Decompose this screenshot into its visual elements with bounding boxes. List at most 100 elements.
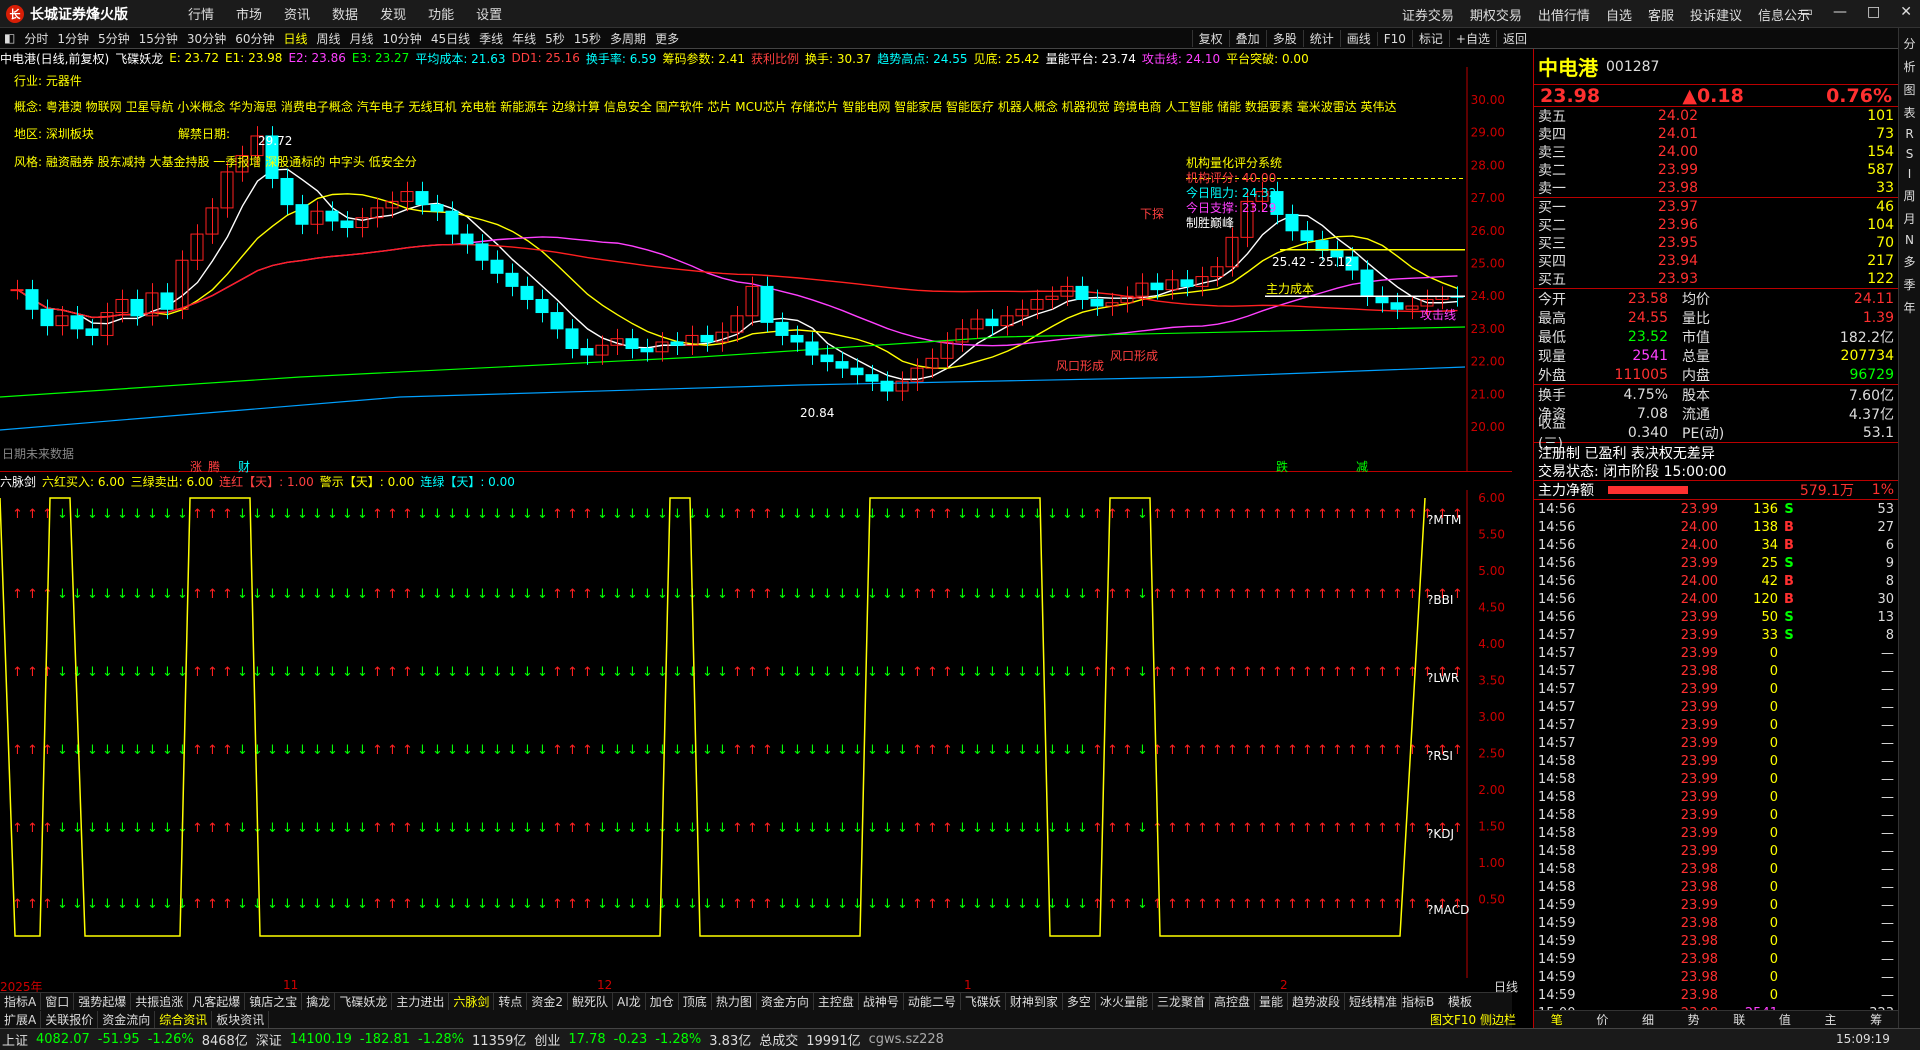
indicator-tab[interactable]: 转点 xyxy=(494,993,528,1010)
sub-indicator-chart[interactable]: 6.00 5.50 5.00 4.50 4.00 3.50 3.00 2.50 2.00 1.50… xyxy=(0,490,1512,978)
period-tab[interactable]: 5分钟 xyxy=(98,30,130,47)
menu-watchlist[interactable]: 自选 xyxy=(1606,5,1632,24)
indicator-tab[interactable]: 飞碟妖 xyxy=(961,993,1006,1010)
indicator-tab[interactable]: 主控盘 xyxy=(814,993,859,1010)
sidebar-shortcut[interactable]: N xyxy=(1905,233,1914,247)
adjust-button[interactable]: 复权 xyxy=(1191,30,1229,47)
menu-discover[interactable]: 发现 xyxy=(380,4,406,23)
indicator-tab[interactable]: 高控盘 xyxy=(1210,993,1255,1010)
order-book-row[interactable]: 卖五 24.02 101 xyxy=(1534,107,1898,125)
sidebar-shortcut[interactable]: 年 xyxy=(1903,299,1915,316)
sidebar-shortcut[interactable]: 月 xyxy=(1903,210,1915,227)
sidebar-shortcut[interactable]: 季 xyxy=(1903,276,1915,293)
period-tab[interactable]: 周线 xyxy=(317,30,341,47)
indicator-tab[interactable]: 冰火量能 xyxy=(1096,993,1153,1010)
extension-tab[interactable]: 板块资讯 xyxy=(212,1010,270,1028)
period-tab[interactable]: 15分钟 xyxy=(139,30,178,47)
tick-list[interactable]: 14:56 23.99 136 S 53 14:56 24.00 138 B 27 14:56 24.… xyxy=(1534,500,1898,1022)
order-book-row[interactable]: 买四 23.94 217 xyxy=(1534,252,1898,270)
order-book-row[interactable]: 卖三 24.00 154 xyxy=(1534,143,1898,161)
panel-tab[interactable]: 主 xyxy=(1808,1011,1854,1028)
menu-lending[interactable]: 出借行情 xyxy=(1538,5,1590,24)
period-tab[interactable]: 15秒 xyxy=(574,30,601,47)
back-button[interactable]: 返回 xyxy=(1495,30,1533,47)
indicator-tab[interactable]: 鲵死队 xyxy=(568,993,614,1010)
sidebar-shortcut[interactable]: 分 xyxy=(1903,35,1915,52)
indicator-tab[interactable]: AI龙 xyxy=(613,993,646,1010)
panel-tab[interactable]: 笔 xyxy=(1534,1011,1580,1028)
sidebar-shortcut[interactable]: 图 xyxy=(1903,81,1915,98)
period-tab-daily[interactable]: 日线 xyxy=(283,30,307,47)
period-tab[interactable]: 10分钟 xyxy=(383,30,422,47)
indicator-tab[interactable]: 指标A xyxy=(0,993,42,1010)
indicator-tab[interactable]: 多空 xyxy=(1063,993,1096,1010)
menu-data[interactable]: 数据 xyxy=(332,4,358,23)
extension-tab[interactable]: 综合资讯 xyxy=(155,1010,213,1028)
indicator-tab[interactable]: 擒龙 xyxy=(302,993,336,1010)
period-tab[interactable]: 年线 xyxy=(512,30,536,47)
period-tab[interactable]: 45日线 xyxy=(431,30,470,47)
f10-button[interactable]: F10 xyxy=(1376,31,1412,46)
period-tab[interactable]: 5秒 xyxy=(545,30,565,47)
restore-icon[interactable]: ▭ xyxy=(1800,4,1813,20)
order-book-row[interactable]: 买三 23.95 70 xyxy=(1534,234,1898,252)
menu-complaint[interactable]: 投诉建议 xyxy=(1690,5,1742,24)
draw-line-button[interactable]: 画线 xyxy=(1339,30,1377,47)
period-tab[interactable]: 60分钟 xyxy=(235,30,274,47)
template-tab[interactable]: 模板 xyxy=(1448,993,1472,1010)
order-book-row[interactable]: 卖二 23.99 587 xyxy=(1534,161,1898,179)
indicator-tab[interactable]: 主力进出 xyxy=(392,993,450,1010)
indicator-b-tab[interactable]: 指标B xyxy=(1402,993,1434,1010)
close-icon[interactable]: ✕ xyxy=(1900,4,1912,20)
indicator-tab[interactable]: 三龙聚首 xyxy=(1153,993,1210,1010)
period-tab-more[interactable]: 更多 xyxy=(655,30,679,47)
period-tab[interactable]: 月线 xyxy=(350,30,374,47)
minimize-icon[interactable]: — xyxy=(1833,4,1847,20)
indicator-tab[interactable]: 动能二号 xyxy=(904,993,961,1010)
indicator-tab[interactable]: 战神号 xyxy=(859,993,904,1010)
overlay-button[interactable]: 叠加 xyxy=(1228,30,1266,47)
f10-sidebar-link[interactable]: 图文F10 侧边栏 xyxy=(1430,1011,1516,1028)
extension-tab[interactable]: 扩展A xyxy=(0,1010,42,1028)
order-book-row[interactable]: 卖四 24.01 73 xyxy=(1534,125,1898,143)
period-tab[interactable]: 季线 xyxy=(479,30,503,47)
sidebar-shortcut[interactable]: 表 xyxy=(1903,104,1915,121)
panel-tab[interactable]: 联 xyxy=(1717,1011,1763,1028)
indicator-tab[interactable]: 六脉剑 xyxy=(449,993,495,1010)
sidebar-shortcut[interactable]: 多 xyxy=(1903,253,1915,270)
period-tab[interactable]: 30分钟 xyxy=(187,30,226,47)
indicator-tab[interactable]: 短线精准 xyxy=(1345,993,1403,1010)
order-book-row[interactable]: 卖一 23.98 33 xyxy=(1534,179,1898,197)
period-tab[interactable]: 多周期 xyxy=(610,30,646,47)
indicator-tab[interactable]: 量能 xyxy=(1255,993,1288,1010)
mark-button[interactable]: 标记 xyxy=(1411,30,1449,47)
maximize-icon[interactable]: □ xyxy=(1867,4,1880,20)
panel-tab[interactable]: 价 xyxy=(1580,1011,1626,1028)
toolbar-menu-icon[interactable]: ◧ xyxy=(4,31,15,45)
panel-tab[interactable]: 值 xyxy=(1762,1011,1808,1028)
period-tab[interactable]: 分时 xyxy=(24,30,48,47)
indicator-tab[interactable]: 窗口 xyxy=(41,993,75,1010)
indicator-tab[interactable]: 镇店之宝 xyxy=(245,993,303,1010)
extension-tab[interactable]: 关联报价 xyxy=(41,1010,99,1028)
order-book-row[interactable]: 买一 23.97 46 xyxy=(1534,198,1898,216)
sidebar-shortcut[interactable]: S xyxy=(1906,147,1914,161)
indicator-tab[interactable]: 飞碟妖龙 xyxy=(335,993,393,1010)
sidebar-shortcut[interactable]: I xyxy=(1908,167,1912,181)
panel-tab[interactable]: 细 xyxy=(1625,1011,1671,1028)
menu-quotes[interactable]: 行情 xyxy=(188,4,214,23)
sidebar-shortcut[interactable]: 析 xyxy=(1903,58,1915,75)
indicator-tab[interactable]: 资金2 xyxy=(527,993,569,1010)
extension-tab[interactable]: 资金流向 xyxy=(98,1010,156,1028)
menu-options-trade[interactable]: 期权交易 xyxy=(1470,5,1522,24)
menu-market[interactable]: 市场 xyxy=(236,4,262,23)
stats-button[interactable]: 统计 xyxy=(1302,30,1340,47)
indicator-tab[interactable]: 趋势波段 xyxy=(1288,993,1346,1010)
indicator-tab[interactable]: 加仓 xyxy=(646,993,679,1010)
indicator-tab[interactable]: 资金方向 xyxy=(757,993,814,1010)
menu-service[interactable]: 客服 xyxy=(1648,5,1674,24)
multi-stock-button[interactable]: 多股 xyxy=(1265,30,1303,47)
indicator-tab[interactable]: 强势起爆 xyxy=(74,993,132,1010)
indicator-tab[interactable]: 共振追涨 xyxy=(131,993,189,1010)
order-book-row[interactable]: 买五 23.93 122 xyxy=(1534,270,1898,288)
